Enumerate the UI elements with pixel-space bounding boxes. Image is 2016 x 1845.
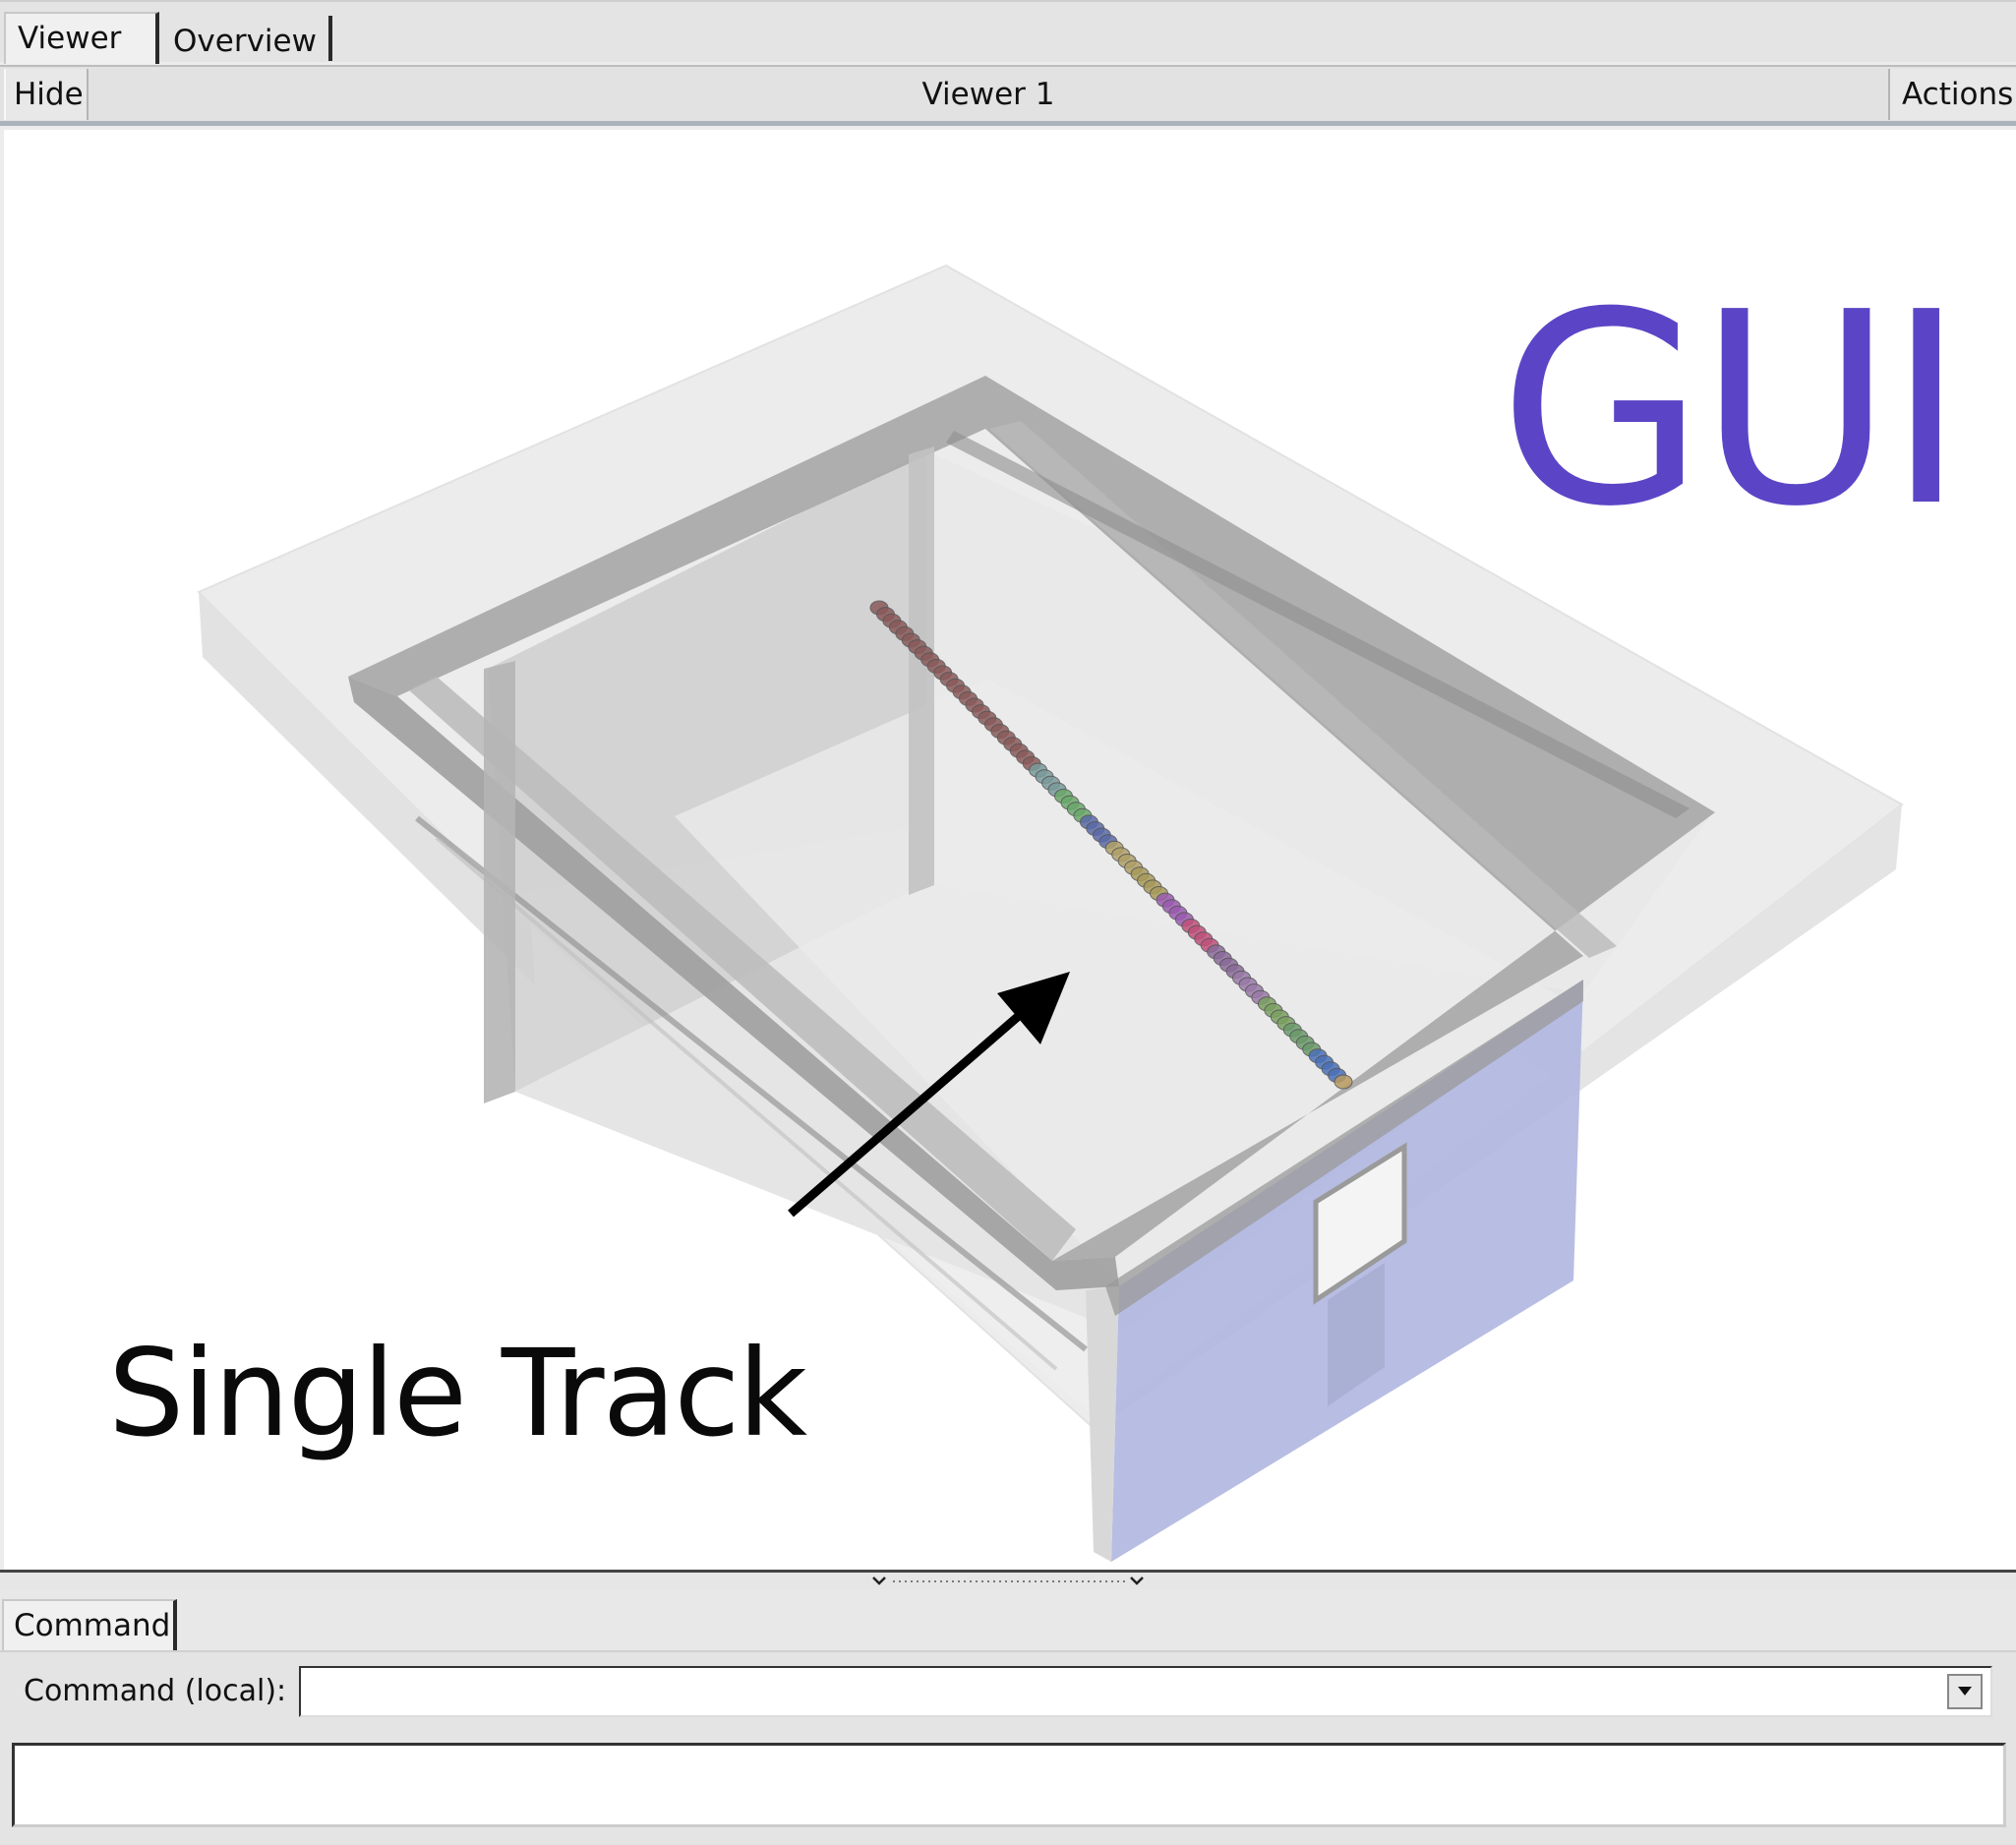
tab-overview[interactable]: Overview [161, 16, 332, 61]
command-dock: Command Command (local): [0, 1589, 2016, 1845]
viewer-titlebar: Hide Viewer 1 Actions [0, 65, 2016, 126]
dock-splitter[interactable] [0, 1570, 2016, 1589]
actions-button[interactable]: Actions [1888, 69, 2016, 120]
viewer-title: Viewer 1 [921, 77, 1055, 112]
gui-overlay-text: GUI [1499, 255, 1965, 565]
viewer-canvas[interactable]: GUI Single Track [4, 130, 2016, 1570]
track-bead [1334, 1074, 1353, 1090]
command-history-area[interactable] [12, 1743, 2006, 1827]
tab-strip: Viewer 1 Overview [0, 0, 2016, 105]
hide-button[interactable]: Hide [4, 69, 89, 120]
command-input[interactable] [299, 1666, 1992, 1717]
single-track-label: Single Track [108, 1324, 807, 1463]
tab-command[interactable]: Command [2, 1599, 177, 1650]
combo-dropdown-button[interactable] [1947, 1674, 1983, 1709]
chevron-down-icon [872, 1577, 886, 1585]
command-field-label: Command (local): [24, 1674, 287, 1708]
chevron-down-icon [1130, 1577, 1144, 1585]
caret-down-icon [1958, 1687, 1972, 1696]
tab-viewer-1[interactable]: Viewer 1 [4, 12, 159, 105]
command-panel: Command (local): [0, 1650, 2016, 1845]
splitter-handle[interactable] [871, 1576, 1147, 1587]
